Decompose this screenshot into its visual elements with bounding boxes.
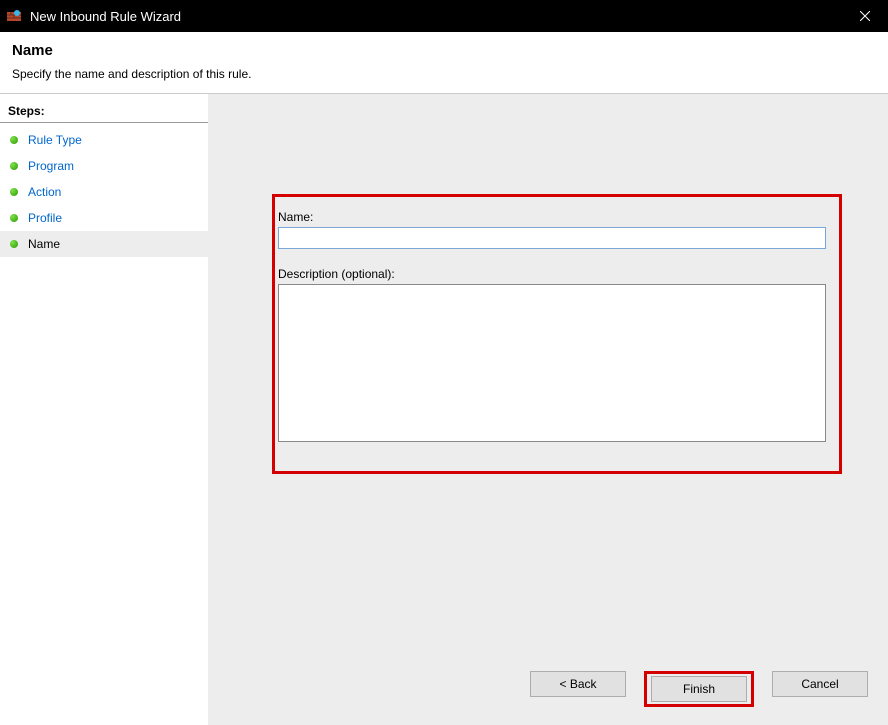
firewall-icon	[6, 8, 22, 24]
close-button[interactable]	[842, 0, 888, 32]
back-button[interactable]: < Back	[530, 671, 626, 697]
step-action[interactable]: Action	[0, 179, 208, 205]
page-subtitle: Specify the name and description of this…	[12, 67, 876, 81]
finish-button[interactable]: Finish	[651, 676, 747, 702]
step-bullet-icon	[10, 136, 18, 144]
step-profile[interactable]: Profile	[0, 205, 208, 231]
window-title: New Inbound Rule Wizard	[30, 9, 181, 24]
step-bullet-icon	[10, 240, 18, 248]
name-input[interactable]	[278, 227, 826, 249]
steps-sidebar: Steps: Rule Type Program Action Profile …	[0, 94, 208, 725]
step-name[interactable]: Name	[0, 231, 208, 257]
description-textarea[interactable]	[278, 284, 826, 442]
wizard-header: Name Specify the name and description of…	[0, 32, 888, 94]
step-bullet-icon	[10, 188, 18, 196]
step-label: Name	[28, 237, 60, 251]
cancel-button[interactable]: Cancel	[772, 671, 868, 697]
step-bullet-icon	[10, 162, 18, 170]
page-title: Name	[12, 42, 876, 59]
main-panel: Name: Description (optional): < Back Fin…	[208, 94, 888, 725]
close-icon	[860, 11, 870, 21]
titlebar: New Inbound Rule Wizard	[0, 0, 888, 32]
annotation-highlight-finish: Finish	[644, 671, 754, 707]
steps-header: Steps:	[0, 100, 208, 123]
step-label: Rule Type	[28, 133, 82, 147]
name-label: Name:	[278, 210, 836, 224]
step-label: Profile	[28, 211, 62, 225]
step-rule-type[interactable]: Rule Type	[0, 127, 208, 153]
step-label: Program	[28, 159, 74, 173]
description-label: Description (optional):	[278, 267, 836, 281]
step-bullet-icon	[10, 214, 18, 222]
step-program[interactable]: Program	[0, 153, 208, 179]
wizard-buttons: < Back Finish Cancel	[530, 671, 868, 707]
step-label: Action	[28, 185, 61, 199]
